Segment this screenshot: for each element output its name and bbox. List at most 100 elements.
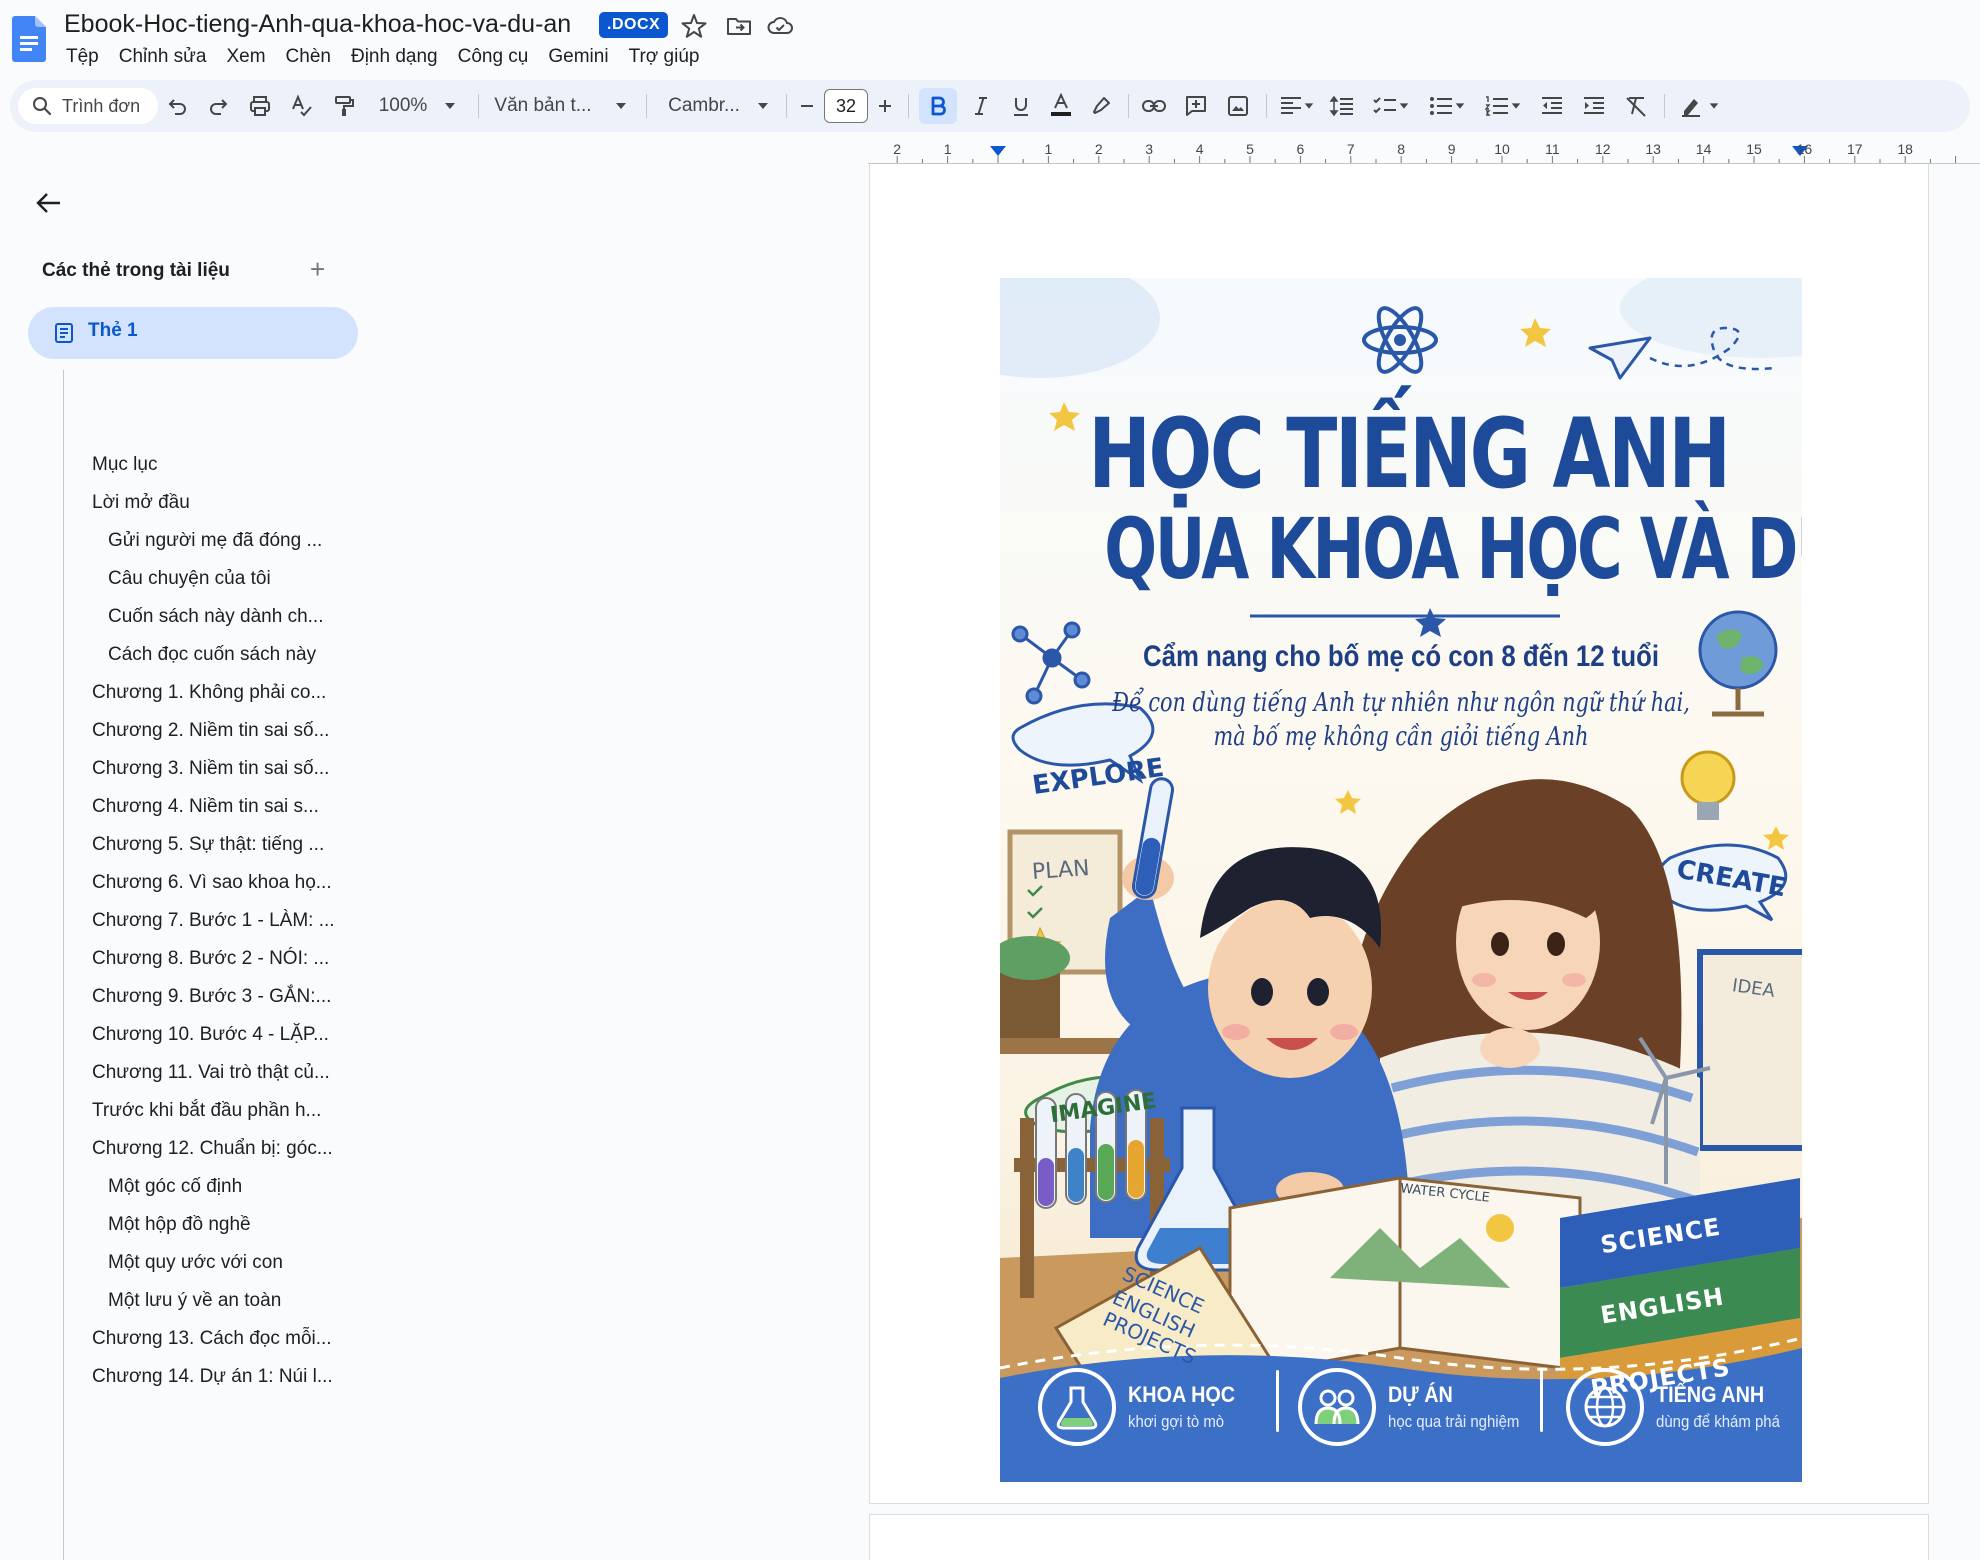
document-page-2[interactable]: [869, 1514, 1929, 1560]
outline-item[interactable]: Chương 9. Bước 3 - GẮN:...: [92, 986, 331, 1016]
outline-item[interactable]: Lời mở đầu: [92, 492, 190, 522]
plus-icon: [879, 100, 891, 112]
print-button[interactable]: [240, 80, 280, 132]
outline-item[interactable]: Chương 6. Vì sao khoa họ...: [92, 872, 332, 902]
ruler-number: 9: [1447, 141, 1456, 157]
outline-item[interactable]: Chương 10. Bước 4 - LẶP...: [92, 1024, 329, 1054]
outline-item[interactable]: Chương 12. Chuẩn bị: góc...: [92, 1138, 333, 1168]
align-button[interactable]: [1272, 80, 1322, 132]
undo-button[interactable]: [158, 80, 198, 132]
menu-item[interactable]: Trợ giúp: [619, 42, 710, 72]
outline-item[interactable]: Chương 13. Cách đọc mỗi...: [92, 1328, 332, 1358]
outline-item[interactable]: Chương 3. Niềm tin sai số...: [92, 758, 329, 788]
insert-link-button[interactable]: [1134, 80, 1174, 132]
spelling-button[interactable]: [282, 80, 322, 132]
document-page[interactable]: HỌC TIẾNG ANH QUA KHOA HỌC VÀ DỰ ÁN Cẩm …: [869, 164, 1929, 1504]
document-title[interactable]: Ebook-Hoc-tieng-Anh-qua-khoa-hoc-va-du-a…: [64, 10, 571, 39]
zoom-select[interactable]: 100%: [368, 80, 468, 132]
tab-item-the-1[interactable]: Thẻ 1: [28, 307, 358, 359]
cloud-status-icon[interactable]: [766, 12, 794, 40]
move-to-folder-icon[interactable]: [725, 12, 753, 40]
document-tab-icon: [55, 323, 73, 343]
outline-item[interactable]: Cuốn sách này dành ch...: [108, 606, 323, 636]
underline-button[interactable]: [1002, 80, 1040, 132]
ruler-number: 2: [893, 141, 902, 157]
clear-formatting-button[interactable]: [1616, 80, 1656, 132]
outline-item[interactable]: Trước khi bắt đầu phần h...: [92, 1100, 321, 1130]
font-size-input[interactable]: 32: [824, 89, 868, 123]
increase-font-size-button[interactable]: [870, 80, 900, 132]
outline-item[interactable]: Một hộp đồ nghề: [108, 1214, 251, 1244]
decrease-indent-button[interactable]: [1532, 80, 1572, 132]
outline-item[interactable]: Chương 4. Niềm tin sai s...: [92, 796, 319, 826]
menu-item[interactable]: Xem: [216, 42, 275, 72]
left-margin-marker[interactable]: [990, 146, 1006, 156]
outline-item[interactable]: Cách đọc cuốn sách này: [108, 644, 316, 674]
toolbar-divider: [646, 94, 647, 118]
bold-glyph-holder[interactable]: [919, 80, 957, 132]
outline-item[interactable]: Chương 8. Bước 2 - NÓI: ...: [92, 948, 329, 978]
clear-formatting-icon: [1626, 97, 1646, 117]
outline-item[interactable]: Chương 2. Niềm tin sai số...: [92, 720, 329, 750]
menu-bar: Tệp Chỉnh sửa Xem Chèn Định dạng Công cụ Gemin…: [56, 42, 709, 72]
cover-image[interactable]: HỌC TIẾNG ANH QUA KHOA HỌC VÀ DỰ ÁN Cẩm …: [1000, 278, 1802, 1482]
ruler-number: 13: [1645, 141, 1661, 157]
tabs-heading: Các thẻ trong tài liệu: [42, 260, 230, 281]
bulleted-list-button[interactable]: [1420, 80, 1474, 132]
redo-button[interactable]: [198, 80, 238, 132]
menu-item[interactable]: Tệp: [56, 42, 109, 72]
chevron-down-icon: [757, 103, 768, 109]
toolbar-divider: [1266, 94, 1267, 118]
line-spacing-button[interactable]: [1322, 80, 1362, 132]
menu-item[interactable]: Định dạng: [341, 42, 448, 72]
cover-subtitle: Cẩm nang cho bố mẹ có con 8 đến 12 tuổi: [1142, 640, 1660, 673]
menu-item[interactable]: Công cụ: [448, 42, 539, 72]
menu-item[interactable]: Gemini: [538, 42, 618, 72]
outline-item[interactable]: Chương 7. Bước 1 - LÀM: ...: [92, 910, 335, 940]
increase-indent-button[interactable]: [1574, 80, 1614, 132]
numbered-list-button[interactable]: [1476, 80, 1530, 132]
highlight-color-button[interactable]: [1082, 80, 1120, 132]
italic-button[interactable]: [962, 80, 1000, 132]
menu-item[interactable]: Chèn: [276, 42, 341, 72]
outline-item[interactable]: Chương 1. Không phải co...: [92, 682, 326, 712]
star-icon[interactable]: [680, 12, 708, 40]
outline-item[interactable]: Câu chuyện của tôi: [108, 568, 271, 598]
cover-feature-subtitle: dùng để khám phá: [1656, 1412, 1780, 1431]
insert-image-button[interactable]: [1218, 80, 1258, 132]
docs-logo-icon[interactable]: [12, 16, 46, 62]
outline-item[interactable]: Một góc cố định: [108, 1176, 242, 1206]
bold-icon: [931, 96, 946, 116]
back-arrow-icon[interactable]: [34, 188, 64, 218]
paragraph-style-select[interactable]: Văn bản t...: [486, 80, 636, 132]
horizontal-ruler[interactable]: 2 1 1 2 3 4 5 6 7 8 9 10 11 12 13 14 15 16 17 18: [868, 138, 1980, 164]
decrease-font-size-button[interactable]: [792, 80, 822, 132]
tab-item-label: Thẻ 1: [88, 320, 138, 341]
insert-comment-button[interactable]: [1176, 80, 1216, 132]
paint-format-button[interactable]: [324, 80, 364, 132]
menu-item[interactable]: Chỉnh sửa: [109, 42, 217, 72]
ruler-number: 18: [1897, 141, 1913, 157]
font-select[interactable]: Cambr...: [658, 80, 780, 132]
chevron-down-icon: [445, 103, 456, 109]
outline-indent-line: [63, 370, 64, 1560]
ruler-number: 3: [1145, 141, 1154, 157]
outline-item[interactable]: Chương 5. Sự thật: tiếng ...: [92, 834, 324, 864]
editing-mode-button[interactable]: [1670, 80, 1730, 132]
cover-feature-texts: TIẾNG ANH dùng để khám phá: [1656, 1382, 1797, 1432]
outline-item[interactable]: Chương 11. Vai trò thật củ...: [92, 1062, 330, 1092]
outline-item[interactable]: Mục lục: [92, 454, 157, 484]
outline-item[interactable]: Một lưu ý về an toàn: [108, 1290, 281, 1320]
ruler-number: 7: [1346, 141, 1355, 157]
checklist-button[interactable]: [1364, 80, 1418, 132]
toolbar-divider: [1128, 94, 1129, 118]
outline-item[interactable]: Một quy ước với con: [108, 1252, 283, 1282]
paint-format-icon: [335, 96, 354, 116]
outline-item[interactable]: Gửi người mẹ đã đóng ...: [108, 530, 322, 560]
line-spacing-icon: [1329, 95, 1353, 117]
add-tab-button[interactable]: +: [310, 256, 325, 282]
outline-item[interactable]: Chương 14. Dự án 1: Núi l...: [92, 1366, 333, 1396]
document-tabs-panel: Các thẻ trong tài liệu + Thẻ 1 Mục lục Lờ…: [0, 164, 868, 1560]
search-menus-box[interactable]: Trình đơn: [18, 88, 158, 124]
text-color-button[interactable]: [1042, 80, 1080, 132]
